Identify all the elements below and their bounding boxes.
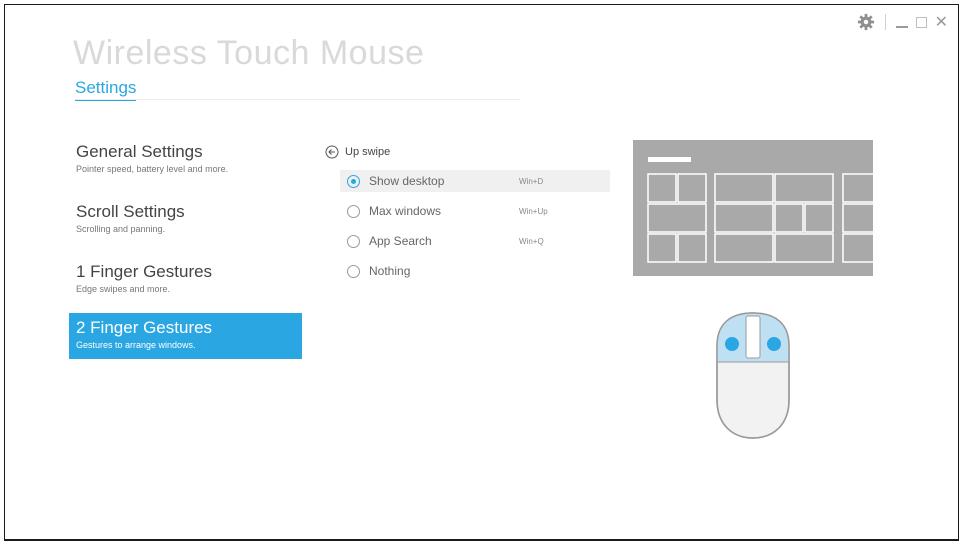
radio-button[interactable] xyxy=(347,234,360,248)
nav-item-title: 1 Finger Gestures xyxy=(76,262,213,281)
app-title: Wireless Touch Mouse xyxy=(73,34,425,72)
gesture-options-panel: Up swipe Show desktop Win+D Max windows … xyxy=(325,142,610,278)
back-arrow-icon[interactable] xyxy=(325,145,339,159)
nav-item-2-finger-gestures[interactable]: 2 Finger Gestures Gestures to arrange wi… xyxy=(69,313,302,359)
nav-item-1-finger-gestures[interactable]: 1 Finger Gestures Edge swipes and more. xyxy=(69,257,302,317)
option-nothing[interactable]: Nothing xyxy=(340,260,610,282)
control-separator xyxy=(884,14,886,30)
tab-settings[interactable]: Settings xyxy=(75,78,137,101)
option-app-search[interactable]: App Search Win+Q xyxy=(340,230,610,252)
settings-nav: General Settings Pointer speed, battery … xyxy=(69,137,302,359)
option-shortcut: Win+Up xyxy=(519,206,548,216)
maximize-icon[interactable] xyxy=(915,16,927,28)
start-screen-preview xyxy=(633,140,873,276)
nav-item-title: Scroll Settings xyxy=(76,202,185,221)
option-max-windows[interactable]: Max windows Win+Up xyxy=(340,200,610,222)
gear-icon[interactable] xyxy=(857,13,875,31)
option-show-desktop[interactable]: Show desktop Win+D xyxy=(340,170,610,192)
radio-button[interactable] xyxy=(347,174,360,188)
mouse-illustration xyxy=(716,312,790,439)
nav-item-description: Scrolling and panning. xyxy=(76,224,166,234)
nav-item-description: Pointer speed, battery level and more. xyxy=(76,164,229,174)
nav-item-description: Edge swipes and more. xyxy=(76,284,171,294)
option-label: App Search xyxy=(369,234,432,248)
up-swipe-header[interactable]: Up swipe xyxy=(325,142,610,162)
minimize-icon[interactable] xyxy=(895,26,908,28)
nav-item-general-settings[interactable]: General Settings Pointer speed, battery … xyxy=(69,137,302,197)
option-label: Max windows xyxy=(369,204,442,218)
nav-item-title: 2 Finger Gestures xyxy=(76,318,213,337)
nav-item-title: General Settings xyxy=(76,142,203,161)
nav-item-description: Gestures to arrange windows. xyxy=(76,340,196,350)
option-heading: Up swipe xyxy=(345,146,391,158)
radio-button[interactable] xyxy=(347,264,360,278)
window-controls: ✕ xyxy=(857,13,948,31)
option-shortcut: Win+Q xyxy=(519,236,544,246)
option-label: Nothing xyxy=(369,264,411,278)
option-label: Show desktop xyxy=(369,174,445,188)
header-divider xyxy=(75,99,520,100)
close-icon[interactable]: ✕ xyxy=(935,14,948,30)
nav-item-scroll-settings[interactable]: Scroll Settings Scrolling and panning. xyxy=(69,197,302,257)
option-shortcut: Win+D xyxy=(519,176,544,186)
radio-button[interactable] xyxy=(347,204,360,218)
